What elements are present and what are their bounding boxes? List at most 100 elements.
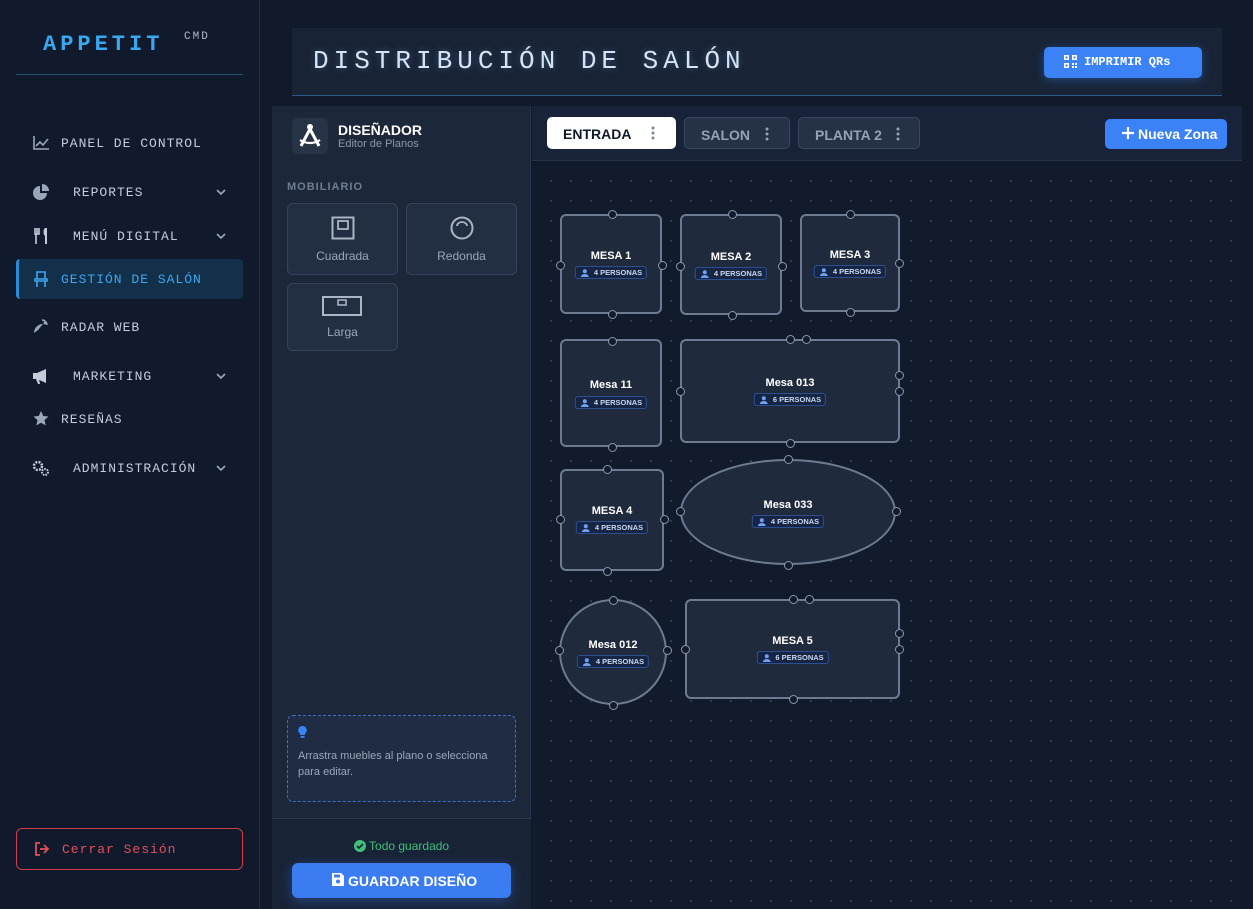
gears-icon [32,460,49,476]
furniture-square[interactable]: Cuadrada [287,203,398,275]
furniture-round[interactable]: Redonda [406,203,517,275]
resize-handle[interactable] [607,309,617,319]
resize-handle[interactable] [675,506,685,516]
resize-handle[interactable] [845,307,855,317]
resize-handle[interactable] [675,261,685,271]
table-mesa-3[interactable]: MESA 3 4 PERSONAS [800,214,900,312]
nav-label: ADMINISTRACIÓN [73,460,197,476]
furniture-long[interactable]: Larga [287,283,398,351]
tab-label: PLANTA 2 [815,127,882,143]
qrcode-icon [1064,55,1077,68]
resize-handle[interactable] [785,438,795,448]
table-capacity: 6 PERSONAS [756,651,829,664]
table-mesa-012[interactable]: Mesa 012 4 PERSONAS [559,599,667,705]
resize-handle[interactable] [845,209,855,219]
resize-handle[interactable] [602,566,612,576]
resize-handle[interactable] [680,644,690,654]
nav-label: PANEL DE CONTROL [61,135,202,151]
pie-chart-icon [33,184,49,200]
resize-handle[interactable] [607,442,617,452]
nav-label: MARKETING [73,368,153,384]
new-zone-button[interactable]: Nueva Zona [1105,119,1227,149]
table-name: Mesa 012 [588,639,638,651]
user-icon [580,399,589,407]
resize-handle[interactable] [801,334,811,344]
circle-icon [450,216,474,240]
resize-handle[interactable] [608,700,618,710]
table-mesa-2[interactable]: MESA 2 4 PERSONAS [680,214,782,315]
resize-handle[interactable] [783,454,793,464]
nav-label: MENÚ DIGITAL [73,228,179,244]
table-capacity: 4 PERSONAS [576,655,650,668]
nav-item-reportes[interactable]: REPORTES [16,172,243,212]
resize-handle[interactable] [608,595,618,605]
resize-handle[interactable] [659,514,669,524]
sidebar: APPETIT CMD PANEL DE CONTROL REPORTES ME… [0,0,260,909]
resize-handle[interactable] [727,310,737,320]
more-vertical-icon[interactable] [896,127,900,141]
resize-handle[interactable] [788,594,798,604]
furniture-label: Redonda [437,249,486,263]
resize-handle[interactable] [788,694,798,704]
save-status-text: Todo guardado [369,839,450,853]
table-capacity: 4 PERSONAS [574,266,648,279]
save-design-button[interactable]: GUARDAR DISEÑO [292,863,511,898]
table-mesa-11[interactable]: Mesa 11 4 PERSONAS [560,339,662,447]
logout-button[interactable]: Cerrar Sesión [16,828,243,870]
nav-item-panel-de-control[interactable]: PANEL DE CONTROL [16,123,243,163]
more-vertical-icon[interactable] [651,126,655,140]
resize-handle[interactable] [607,336,617,346]
resize-handle[interactable] [555,260,565,270]
table-capacity: 4 PERSONAS [751,515,825,528]
table-mesa-5[interactable]: MESA 5 6 PERSONAS [685,599,900,699]
square-icon [331,216,355,240]
resize-handle[interactable] [555,514,565,524]
resize-handle[interactable] [554,645,564,655]
nav-item-menu-digital[interactable]: MENÚ DIGITAL [16,216,243,256]
designer-panel: DISEÑADOR Editor de Planos MOBILIARIO Cu… [272,106,531,909]
resize-handle[interactable] [785,334,795,344]
table-capacity: 4 PERSONAS [574,396,648,409]
resize-handle[interactable] [894,628,904,638]
tab-salon[interactable]: SALON [684,117,790,149]
nav-label: RADAR WEB [61,319,141,335]
nav-item-administracion[interactable]: ADMINISTRACIÓN [16,448,243,488]
table-mesa-033[interactable]: Mesa 033 4 PERSONAS [680,459,896,565]
long-table-icon [322,296,362,316]
nav-item-resenas[interactable]: RESEÑAS [16,399,243,439]
brand-logo: APPETIT [43,32,164,57]
table-mesa-013[interactable]: Mesa 013 6 PERSONAS [680,339,900,443]
tab-entrada[interactable]: ENTRADA [547,117,676,149]
resize-handle[interactable] [727,209,737,219]
table-mesa-4[interactable]: MESA 4 4 PERSONAS [560,469,664,571]
chevron-down-icon [216,465,226,472]
resize-handle[interactable] [894,386,904,396]
resize-handle[interactable] [894,258,904,268]
resize-handle[interactable] [894,370,904,380]
print-qrs-button[interactable]: IMPRIMIR QRs [1044,47,1202,78]
star-icon [33,411,49,426]
satellite-dish-icon [34,319,48,333]
save-design-label: GUARDAR DISEÑO [348,873,478,889]
lightbulb-icon [298,726,307,738]
furniture-label: Cuadrada [316,249,369,263]
resize-handle[interactable] [662,645,672,655]
table-mesa-1[interactable]: MESA 1 4 PERSONAS [560,214,662,314]
resize-handle[interactable] [602,464,612,474]
tab-planta-2[interactable]: PLANTA 2 [798,117,920,149]
floor-plan-canvas[interactable]: MESA 1 4 PERSONAS MESA 2 4 PERSONAS MESA… [532,162,1242,909]
resize-handle[interactable] [891,506,901,516]
tab-label: ENTRADA [563,126,632,142]
resize-handle[interactable] [657,260,667,270]
resize-handle[interactable] [777,261,787,271]
resize-handle[interactable] [894,644,904,654]
resize-handle[interactable] [783,560,793,570]
more-vertical-icon[interactable] [765,127,769,141]
designer-footer: Todo guardado GUARDAR DISEÑO [272,818,531,909]
nav-item-gestion-de-salon[interactable]: GESTIÓN DE SALÓN [16,259,243,299]
nav-item-marketing[interactable]: MARKETING [16,356,243,396]
resize-handle[interactable] [607,209,617,219]
nav-item-radar-web[interactable]: RADAR WEB [16,307,243,347]
resize-handle[interactable] [675,386,685,396]
resize-handle[interactable] [804,594,814,604]
